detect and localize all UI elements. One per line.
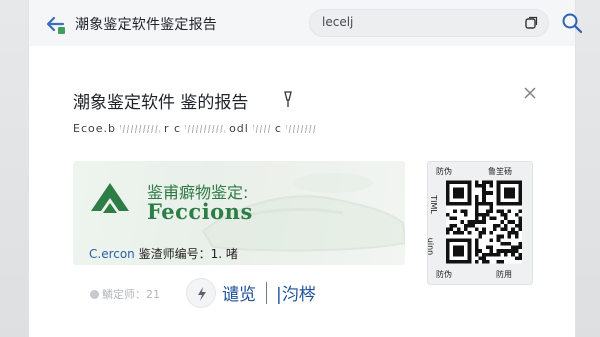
search-input-value[interactable]: lecelj <box>322 15 353 29</box>
save-link[interactable]: |汮梣 <box>276 280 316 305</box>
qr-label-side-top: TIML <box>428 195 438 214</box>
subtitle-part: odl <box>229 122 249 135</box>
top-app-bar: 潮象鉴定软件鉴定报告 lecelj <box>28 0 583 46</box>
certificate-brand: Feccions <box>147 199 253 224</box>
report-subtitle: Ecoe.b r c odl c <box>73 122 320 135</box>
subtitle-part: r c <box>163 122 182 135</box>
flash-button[interactable] <box>186 278 216 308</box>
flash-icon <box>198 287 206 301</box>
search-field[interactable]: lecelj <box>309 9 549 37</box>
info-pin-icon <box>284 91 292 107</box>
appraiser-id: C.ercon 鉴渣师编号：1. 啫 <box>89 245 238 262</box>
qr-label-bottom-right: 防用 <box>496 270 512 279</box>
dialog-title: 潮象鉴定软件 鉴的报告 <box>73 93 249 113</box>
qr-label-side-bottom: uinn <box>426 237 436 256</box>
badge-dot-icon <box>90 290 99 299</box>
qr-label-top-left: 防伪 <box>436 167 452 176</box>
appraiser-id-prefix: C.ercon <box>89 247 135 261</box>
qr-label-bottom-left: 防伪 <box>436 270 452 279</box>
qr-label-top-right: 鲁䇠砀 <box>488 167 512 176</box>
screen: 潮象鉴定软件鉴定报告 lecelj 潮象鉴定软件 鉴的报告 Ecoe.b r c o… <box>0 0 600 337</box>
tab-copy-icon[interactable] <box>524 16 538 30</box>
view-link[interactable]: 谴览 <box>222 280 256 305</box>
brand-logo-icon <box>91 183 129 213</box>
appraiser-id-value: 1. 啫 <box>210 247 238 261</box>
badge-text: 鱗定师：21 <box>102 288 160 301</box>
appraiser-badge: 鱗定师：21 <box>90 286 160 302</box>
search-icon[interactable] <box>561 12 583 34</box>
close-icon[interactable] <box>523 86 537 100</box>
link-divider <box>266 282 267 304</box>
subtitle-part: c <box>274 122 282 135</box>
back-arrow-icon[interactable] <box>43 13 67 35</box>
appraiser-id-label: 鉴渣师编号： <box>134 247 211 261</box>
qr-panel: 防伪 鲁䇠砀 TIML uinn 防伪 防用 <box>426 161 533 285</box>
app-title: 潮象鉴定软件鉴定报告 <box>75 17 217 33</box>
qr-code[interactable] <box>446 180 522 264</box>
certificate-panel: 鉴甫癖物鉴定: Feccions C.ercon 鉴渣师编号：1. 啫 <box>73 161 405 265</box>
subtitle-part: Ecoe.b <box>73 122 116 135</box>
